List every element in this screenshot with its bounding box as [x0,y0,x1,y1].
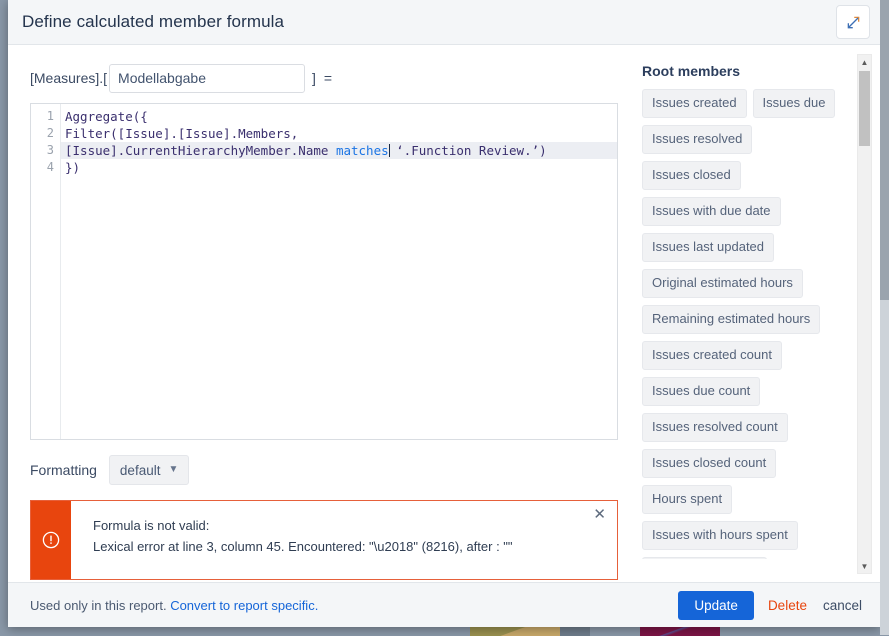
footer-note: Used only in this report. Convert to rep… [30,598,678,613]
root-member-chip[interactable]: Issues closed count [642,449,777,478]
root-member-chip[interactable]: Issues resolved count [642,413,788,442]
editor-code-area[interactable]: Aggregate({ Filter([Issue].[Issue].Membe… [61,104,617,439]
convert-to-report-specific-link[interactable]: Convert to report specific. [170,598,318,613]
root-member-chip[interactable]: Remaining estimated hours [642,305,821,334]
measure-equals-label: = [323,70,333,86]
root-members-pane: Root members Issues created Issues due Iss… [628,45,880,582]
code-line-3-keyword: matches [335,143,389,158]
measure-name-row: [Measures].[ ] = [30,63,628,93]
line-number: 1 [46,109,54,123]
close-icon[interactable]: ✕ [588,504,611,525]
formatting-selected-value: default [119,462,161,478]
dialog-body: [Measures].[ ] = 1 2 3 4 Aggregate({ Fil… [8,45,880,582]
measure-prefix-label: [Measures].[ [30,70,108,86]
chevron-down-icon: ▼ [168,464,179,475]
root-member-chip[interactable]: Sub-tasks created [642,557,767,559]
root-member-chip[interactable]: Issues with due date [642,197,781,226]
backdrop-left-edge [0,0,8,635]
root-member-chip[interactable]: Original estimated hours [642,269,803,298]
scrollbar-thumb[interactable] [859,71,870,146]
expand-dialog-button[interactable] [836,5,870,39]
line-number: 4 [46,160,54,174]
measure-suffix-label: ] [312,70,316,86]
formula-pane: [Measures].[ ] = 1 2 3 4 Aggregate({ Fil… [8,45,628,582]
update-button[interactable]: Update [678,590,754,620]
code-line-1: Aggregate({ [65,109,148,124]
error-message-content: Formula is not valid: Lexical error at l… [71,501,617,579]
code-line-3: [Issue].CurrentHierarchyMember.Name matc… [61,142,617,159]
page-scrollbar[interactable] [880,0,889,635]
code-line-4: }) [65,160,81,175]
footer-note-text: Used only in this report. [30,597,171,613]
root-member-chip[interactable]: Issues created [642,89,747,118]
root-member-chip[interactable]: Issues with hours spent [642,521,798,550]
error-message-line-1: Formula is not valid: [93,518,210,533]
root-member-chip[interactable]: Issues resolved [642,125,753,154]
code-line-2: Filter([Issue].[Issue].Members, [65,126,299,141]
root-member-chip[interactable]: Issues closed [642,161,741,190]
formula-code-editor[interactable]: 1 2 3 4 Aggregate({ Filter([Issue].[Issu… [30,103,618,440]
delete-button[interactable]: Delete [768,598,807,613]
root-member-chip[interactable]: Issues due [752,89,836,118]
error-message-line-2: Lexical error at line 3, column 45. Enco… [93,539,513,554]
root-members-scrollbar[interactable]: ▲ ▼ [857,54,872,574]
error-icon-stripe [31,501,71,579]
root-member-chip[interactable]: Issues last updated [642,233,775,262]
root-member-chip[interactable]: Hours spent [642,485,733,514]
formatting-select[interactable]: default ▼ [108,455,190,485]
cancel-button[interactable]: cancel [823,598,862,613]
calculated-member-dialog: Define calculated member formula [Measur… [8,0,880,627]
editor-line-number-gutter: 1 2 3 4 [31,104,61,439]
scroll-up-arrow-icon[interactable]: ▲ [858,55,871,69]
error-banner: Formula is not valid: Lexical error at l… [30,500,618,580]
root-members-chip-list: Issues created Issues due Issues resolved I… [642,89,846,559]
code-line-3-prefix: [Issue].CurrentHierarchyMember.Name [65,143,336,158]
expand-diagonal-arrows-icon [847,16,859,28]
page-title: Define calculated member formula [22,12,285,31]
exclamation-circle-icon [42,531,60,549]
line-number: 2 [46,126,54,140]
formatting-label: Formatting [30,462,97,478]
line-number: 3 [46,143,54,157]
code-line-3-string: ‘.Function Review.’) [388,143,547,158]
measure-name-input[interactable] [109,63,306,93]
formatting-row: Formatting default ▼ [30,455,628,485]
page-scrollbar-thumb[interactable] [880,0,889,300]
dialog-footer: Used only in this report. Convert to rep… [8,582,880,627]
root-members-title: Root members [642,63,741,79]
dialog-header: Define calculated member formula [8,0,880,45]
scroll-down-arrow-icon[interactable]: ▼ [858,559,871,573]
root-member-chip[interactable]: Issues due count [642,377,761,406]
root-member-chip[interactable]: Issues created count [642,341,782,370]
